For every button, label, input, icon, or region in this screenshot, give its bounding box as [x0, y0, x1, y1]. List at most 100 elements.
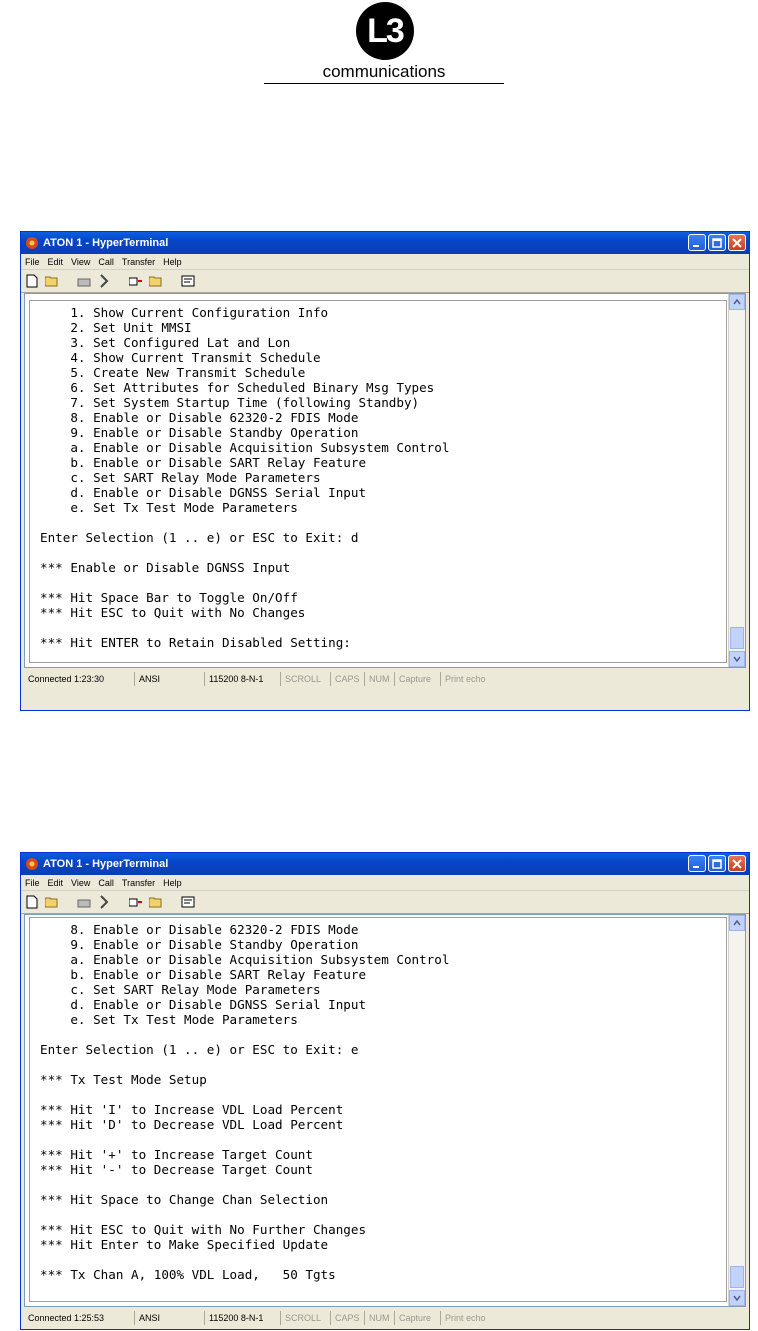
scroll-up-button[interactable] — [729, 294, 745, 310]
terminal-line: a. Enable or Disable Acquisition Subsyst… — [40, 440, 450, 455]
menu-help[interactable]: Help — [163, 257, 182, 267]
open-folder-icon[interactable] — [45, 895, 59, 909]
chevron-up-icon — [733, 920, 741, 926]
hyperterminal-app-icon — [26, 858, 38, 870]
call-icon[interactable] — [77, 274, 91, 288]
minimize-button[interactable] — [688, 855, 706, 872]
scroll-up-button[interactable] — [729, 915, 745, 931]
maximize-button[interactable] — [708, 855, 726, 872]
send-icon[interactable] — [129, 895, 143, 909]
terminal-line: *** Tx Test Mode Setup — [40, 1072, 207, 1087]
hyperterminal-window-2: ATON 1 - HyperTerminal File Edit View Ca… — [20, 852, 750, 1330]
terminal-line: *** Hit Enter to Make Specified Update — [40, 1237, 329, 1252]
menu-call[interactable]: Call — [98, 878, 114, 888]
properties-icon[interactable] — [181, 274, 195, 288]
open-folder-icon[interactable] — [45, 274, 59, 288]
menu-view[interactable]: View — [71, 878, 90, 888]
status-port-settings: 115200 8-N-1 — [204, 1311, 280, 1325]
chevron-up-icon — [733, 299, 741, 305]
status-caps: CAPS — [330, 1311, 364, 1325]
maximize-icon — [712, 237, 722, 248]
vertical-scrollbar[interactable] — [728, 915, 745, 1306]
menu-call[interactable]: Call — [98, 257, 114, 267]
hyperterminal-app-icon — [26, 237, 38, 249]
scroll-down-button[interactable] — [729, 651, 745, 667]
status-capture: Capture — [394, 1311, 440, 1325]
toolbar — [21, 270, 749, 293]
terminal-line: *** Hit ESC to Quit with No Changes — [40, 605, 306, 620]
menu-help[interactable]: Help — [163, 878, 182, 888]
status-scroll: SCROLL — [280, 1311, 330, 1325]
minimize-icon — [693, 244, 699, 247]
properties-icon[interactable] — [181, 895, 195, 909]
terminal-line: Enter Selection (1 .. e) or ESC to Exit:… — [40, 530, 359, 545]
status-bar: Connected 1:25:53 ANSI 115200 8-N-1 SCRO… — [24, 1309, 746, 1327]
logo-mark: L3 — [356, 2, 414, 60]
terminal-screen[interactable]: 8. Enable or Disable 62320-2 FDIS Mode 9… — [29, 917, 727, 1302]
terminal-line: *** Hit ESC to Quit with No Further Chan… — [40, 1222, 367, 1237]
terminal-line: 9. Enable or Disable Standby Operation — [40, 425, 359, 440]
terminal-line: 8. Enable or Disable 62320-2 FDIS Mode — [40, 410, 359, 425]
menu-edit[interactable]: Edit — [48, 878, 64, 888]
terminal-line: d. Enable or Disable DGNSS Serial Input — [40, 997, 367, 1012]
terminal-line: e. Set Tx Test Mode Parameters — [40, 500, 298, 515]
chevron-down-icon — [733, 1295, 741, 1301]
call-icon[interactable] — [77, 895, 91, 909]
status-emulation: ANSI — [134, 672, 204, 686]
scroll-down-button[interactable] — [729, 1290, 745, 1306]
menu-view[interactable]: View — [71, 257, 90, 267]
logo-text: communications — [322, 62, 446, 81]
menu-file[interactable]: File — [25, 878, 40, 888]
status-bar: Connected 1:23:30 ANSI 115200 8-N-1 SCRO… — [24, 670, 746, 688]
menu-transfer[interactable]: Transfer — [122, 257, 155, 267]
scroll-thumb[interactable] — [730, 627, 744, 649]
close-button[interactable] — [728, 855, 746, 872]
send-icon[interactable] — [129, 274, 143, 288]
terminal-line: 4. Show Current Transmit Schedule — [40, 350, 321, 365]
status-num: NUM — [364, 672, 394, 686]
window-titlebar[interactable]: ATON 1 - HyperTerminal — [21, 853, 749, 875]
terminal-line: 9. Enable or Disable Standby Operation — [40, 937, 359, 952]
terminal-line: b. Enable or Disable SART Relay Feature — [40, 967, 367, 982]
new-connection-icon[interactable] — [25, 274, 39, 288]
terminal-line: 1. Show Current Configuration Info — [40, 305, 329, 320]
menu-file[interactable]: File — [25, 257, 40, 267]
menu-edit[interactable]: Edit — [48, 257, 64, 267]
terminal-line: *** Hit Space to Change Chan Selection — [40, 1192, 329, 1207]
minimize-button[interactable] — [688, 234, 706, 251]
receive-icon[interactable] — [149, 274, 163, 288]
maximize-button[interactable] — [708, 234, 726, 251]
status-print-echo: Print echo — [440, 1311, 500, 1325]
status-connected: Connected 1:25:53 — [28, 1313, 105, 1323]
terminal-line: c. Set SART Relay Mode Parameters — [40, 470, 321, 485]
hyperterminal-window-1: ATON 1 - HyperTerminal File Edit View Ca… — [20, 231, 750, 711]
disconnect-icon[interactable] — [97, 895, 111, 909]
menu-transfer[interactable]: Transfer — [122, 878, 155, 888]
status-print-echo: Print echo — [440, 672, 500, 686]
terminal-line: *** Hit 'I' to Increase VDL Load Percent — [40, 1102, 344, 1117]
terminal-line: *** Hit 'D' to Decrease VDL Load Percent — [40, 1117, 344, 1132]
status-scroll: SCROLL — [280, 672, 330, 686]
terminal-line: *** Tx Chan A, 100% VDL Load, 50 Tgts — [40, 1267, 336, 1282]
status-capture: Capture — [394, 672, 440, 686]
vertical-scrollbar[interactable] — [728, 294, 745, 667]
terminal-screen[interactable]: 1. Show Current Configuration Info 2. Se… — [29, 300, 727, 663]
scroll-thumb[interactable] — [730, 1266, 744, 1288]
receive-icon[interactable] — [149, 895, 163, 909]
new-connection-icon[interactable] — [25, 895, 39, 909]
window-title: ATON 1 - HyperTerminal — [43, 237, 169, 249]
close-icon — [732, 237, 742, 248]
window-titlebar[interactable]: ATON 1 - HyperTerminal — [21, 232, 749, 254]
close-button[interactable] — [728, 234, 746, 251]
disconnect-icon[interactable] — [97, 274, 111, 288]
terminal-line: 8. Enable or Disable 62320-2 FDIS Mode — [40, 922, 359, 937]
